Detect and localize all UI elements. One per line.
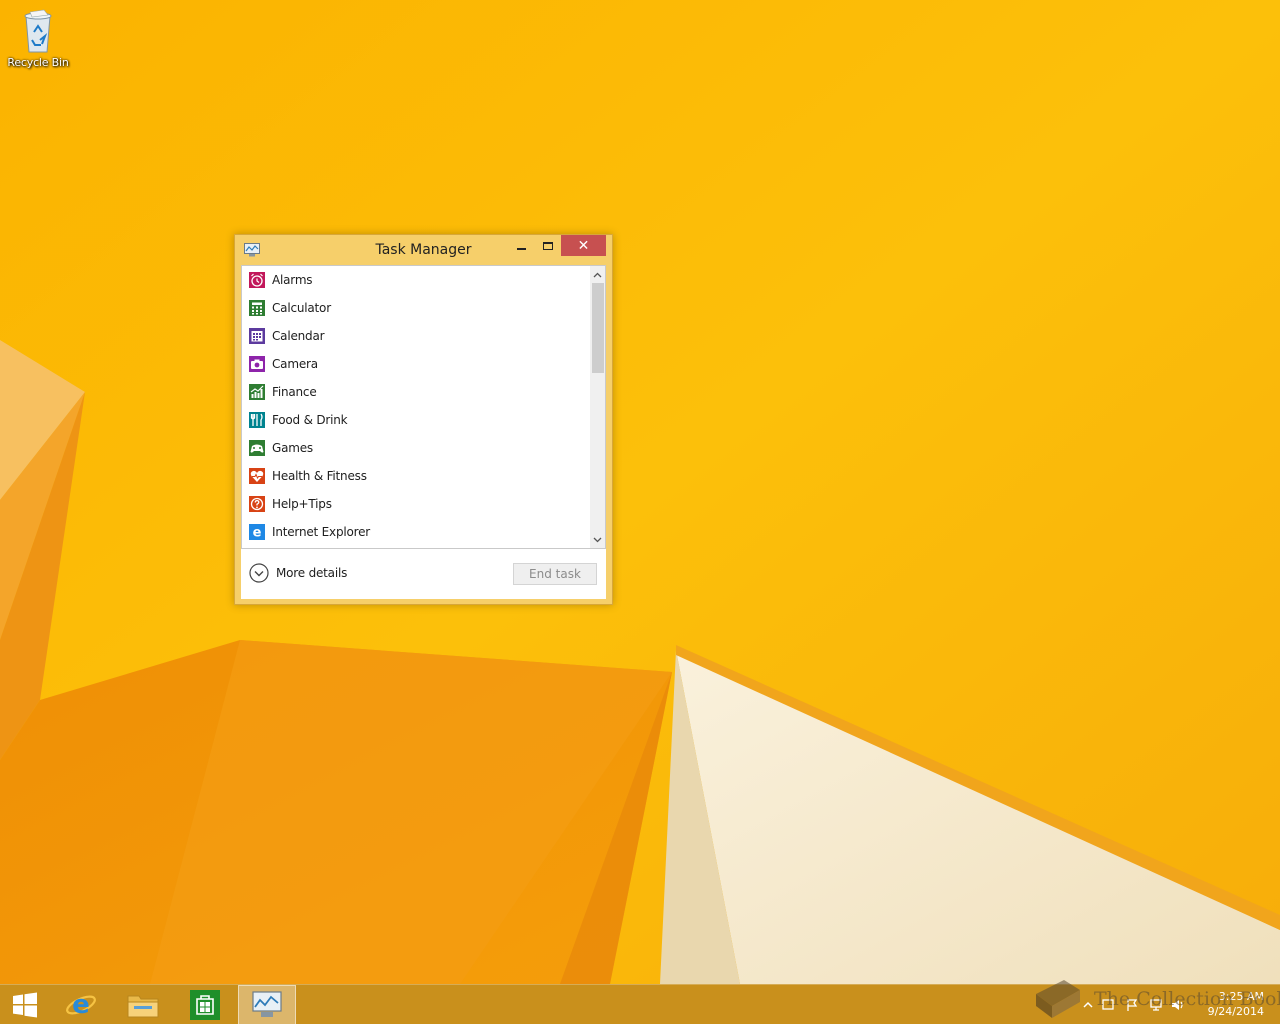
maximize-button[interactable] — [535, 235, 561, 256]
action-center-flag-icon[interactable] — [1124, 997, 1140, 1013]
taskbar-task-manager[interactable] — [238, 985, 296, 1024]
recycle-bin-label: Recycle Bin — [7, 56, 69, 69]
svg-text:e: e — [253, 526, 262, 541]
scroll-up-button[interactable] — [590, 266, 605, 283]
app-name: Finance — [272, 385, 317, 399]
app-name: Internet Explorer — [272, 525, 371, 539]
more-details-button[interactable]: More details — [249, 563, 347, 583]
volume-icon[interactable] — [1170, 997, 1186, 1013]
svg-text:e: e — [72, 990, 90, 1020]
app-row-calendar[interactable]: Calendar — [242, 322, 590, 350]
end-task-button[interactable]: End task — [513, 563, 597, 585]
more-details-label: More details — [276, 566, 348, 580]
internet-explorer-icon: e — [249, 524, 265, 540]
scrollbar-thumb[interactable] — [592, 283, 604, 373]
taskbar: e 3:25 AM 9/24/2014 — [0, 984, 1280, 1024]
maximize-icon — [543, 241, 553, 250]
taskbar-file-explorer[interactable] — [114, 985, 172, 1024]
desktop-wallpaper — [0, 0, 1280, 984]
alarm-icon — [249, 272, 265, 288]
minimize-button[interactable] — [508, 235, 534, 256]
app-name: Food & Drink — [272, 413, 348, 427]
app-row-alarms[interactable]: Alarms — [242, 266, 590, 294]
app-row-food-drink[interactable]: Food & Drink — [242, 406, 590, 434]
chevron-down-icon — [593, 537, 602, 542]
store-icon — [190, 990, 220, 1020]
clock-date: 9/24/2014 — [1207, 1005, 1264, 1018]
app-row-games[interactable]: Games — [242, 434, 590, 462]
taskbar-clock[interactable]: 3:25 AM 9/24/2014 — [1194, 989, 1264, 1019]
help-tips-icon — [249, 496, 265, 512]
close-icon: ✕ — [577, 237, 590, 254]
system-tray: 3:25 AM 9/24/2014 — [1070, 985, 1280, 1024]
app-row-health-fitness[interactable]: Health & Fitness — [242, 462, 590, 490]
scroll-down-button[interactable] — [590, 531, 605, 548]
taskbar-internet-explorer[interactable]: e — [52, 985, 110, 1024]
title-bar[interactable]: Task Manager ✕ — [235, 235, 612, 265]
clock-time: 3:25 AM — [1218, 990, 1264, 1003]
file-explorer-icon — [127, 995, 159, 1018]
task-manager-window: Task Manager ✕ Alarms Calculator Calenda… — [234, 234, 613, 605]
network-icon[interactable] — [1148, 997, 1164, 1013]
chevron-up-icon — [593, 272, 602, 277]
app-row-camera[interactable]: Camera — [242, 350, 590, 378]
start-icon — [13, 992, 37, 1018]
food-drink-icon — [249, 412, 265, 428]
calendar-icon — [249, 328, 265, 344]
calculator-icon — [249, 300, 265, 316]
app-list: Alarms Calculator Calendar Camera Financ… — [241, 265, 606, 549]
window-footer: More details End task — [241, 549, 606, 599]
app-name: Help+Tips — [272, 497, 332, 511]
expand-chevron-icon — [249, 563, 269, 583]
minimize-icon — [516, 247, 526, 250]
finance-icon — [249, 384, 265, 400]
games-icon — [249, 440, 265, 456]
app-name: Camera — [272, 357, 318, 371]
desktop-icon[interactable] — [1100, 997, 1116, 1013]
app-row-help-tips[interactable]: Help+Tips — [242, 490, 590, 518]
recycle-bin-icon — [24, 9, 52, 53]
recycle-bin-shortcut[interactable]: Recycle Bin — [4, 4, 72, 76]
vertical-scrollbar[interactable] — [590, 266, 605, 548]
start-button[interactable] — [0, 985, 50, 1024]
close-button[interactable]: ✕ — [561, 235, 606, 256]
app-name: Games — [272, 441, 313, 455]
app-row-finance[interactable]: Finance — [242, 378, 590, 406]
app-list-items: Alarms Calculator Calendar Camera Financ… — [242, 266, 590, 548]
app-name: Alarms — [272, 273, 313, 287]
taskbar-store[interactable] — [176, 985, 234, 1024]
app-row-calculator[interactable]: Calculator — [242, 294, 590, 322]
app-name: Calendar — [272, 329, 325, 343]
task-manager-icon — [252, 991, 282, 1017]
app-row-internet-explorer[interactable]: e Internet Explorer — [242, 518, 590, 546]
app-name: Calculator — [272, 301, 331, 315]
camera-icon — [249, 356, 265, 372]
app-name: Health & Fitness — [272, 469, 367, 483]
health-fitness-icon — [249, 468, 265, 484]
internet-explorer-icon: e — [66, 990, 96, 1020]
show-hidden-icons-icon[interactable] — [1080, 997, 1096, 1013]
